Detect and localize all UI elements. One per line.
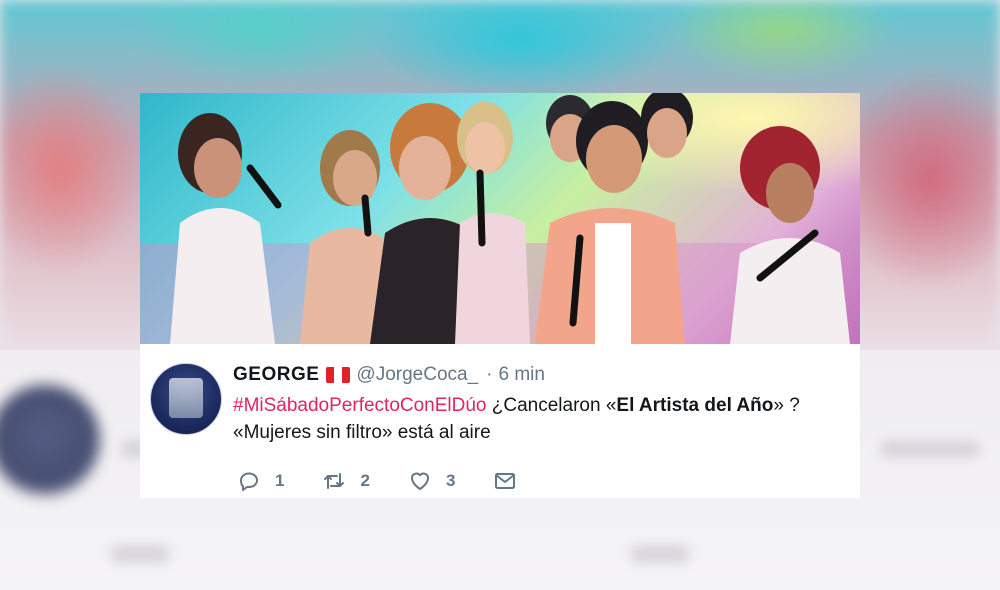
tweet-text-part: ¿Cancelaron « [486,395,617,416]
tweet-text-part: » ? [773,395,800,416]
user-avatar[interactable] [150,363,222,435]
reply-icon [240,472,258,491]
blurred-text-line [630,545,690,563]
hashtag-link[interactable]: #MiSábadoPerfectoConElDúo [233,395,487,416]
direct-message-button[interactable] [493,469,517,493]
reply-count: 1 [275,471,285,490]
like-count: 3 [445,471,456,490]
tweet-text-line: «Mujeres sin filtro» está al aire [233,422,491,443]
like-icon [410,472,429,490]
tweet-header: GEORGE @JorgeCoca_ · 6 min [233,363,545,387]
like-button[interactable]: 3 [408,469,455,493]
user-handle[interactable]: @JorgeCoca_ [356,364,478,386]
avatar-image [169,378,203,418]
peru-flag-icon [326,367,351,383]
retweet-count: 2 [360,471,370,490]
retweet-icon [324,473,345,489]
reply-button[interactable]: 1 [237,469,284,493]
tweet-text-bold: El Artista del Año [616,395,774,416]
tweet-actions: 1 2 3 [237,469,555,493]
separator-dot: · [486,364,493,385]
tweet-photo[interactable] [140,93,860,344]
tweet-card[interactable]: GEORGE @JorgeCoca_ · 6 min #MiSábadoPerf… [140,93,860,498]
tweet-text: #MiSábadoPerfectoConElDúo ¿Cancelaron «E… [233,392,843,446]
blurred-text-line [110,545,170,563]
message-icon [495,473,516,489]
retweet-button[interactable]: 2 [322,469,370,493]
blurred-text-line [880,440,980,458]
tweet-photo-illustration [140,93,860,344]
tweet-timestamp[interactable]: 6 min [498,364,544,386]
display-name[interactable]: GEORGE [233,364,319,386]
